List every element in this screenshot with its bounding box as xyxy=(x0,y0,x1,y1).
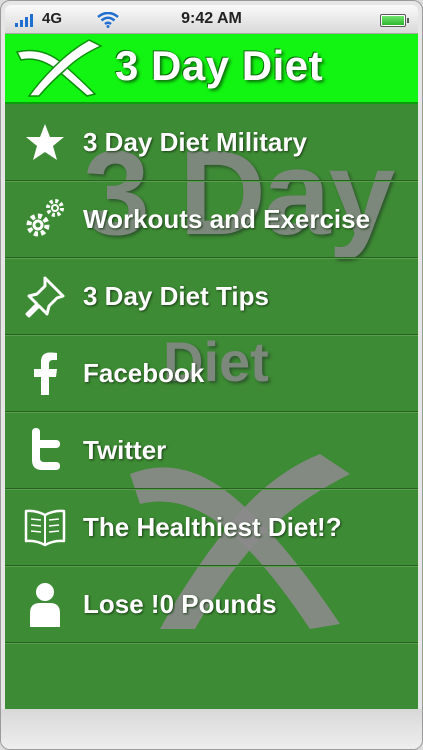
facebook-icon xyxy=(19,347,71,399)
book-icon xyxy=(19,501,71,553)
empty-row xyxy=(5,643,418,709)
menu-item-label: 3 Day Diet Military xyxy=(83,126,307,157)
status-time: 9:42 AM xyxy=(181,10,242,27)
phone-bottom-bezel xyxy=(1,709,422,749)
menu-list: 3 Day Diet Military Workouts and Exercis… xyxy=(5,104,418,709)
battery-icon xyxy=(380,14,409,27)
app-header: 3 Day Diet xyxy=(5,34,418,104)
menu-item-military[interactable]: 3 Day Diet Military xyxy=(5,104,418,181)
gears-icon xyxy=(19,193,71,245)
person-icon xyxy=(19,578,71,630)
x-logo-icon xyxy=(15,39,103,97)
menu-item-healthiest[interactable]: The Healthiest Diet!? xyxy=(5,489,418,566)
status-bar: 4G 9:42 AM xyxy=(5,5,418,34)
menu-panel: 3 Day Diet 3 Day Diet Military Workouts … xyxy=(5,104,418,709)
menu-item-label: 3 Day Diet Tips xyxy=(83,280,269,311)
menu-item-workouts[interactable]: Workouts and Exercise xyxy=(5,181,418,258)
phone-frame: 4G 9:42 AM 3 Day Diet 3 Day Diet 3 Day D… xyxy=(0,0,423,750)
menu-item-label: Lose !0 Pounds xyxy=(83,588,277,619)
menu-item-label: Workouts and Exercise xyxy=(83,203,371,234)
menu-item-twitter[interactable]: Twitter xyxy=(5,412,418,489)
menu-item-tips[interactable]: 3 Day Diet Tips xyxy=(5,258,418,335)
menu-item-label: Twitter xyxy=(83,434,167,465)
star-icon xyxy=(19,116,71,168)
pushpin-icon xyxy=(19,270,71,322)
menu-item-lose-pounds[interactable]: Lose !0 Pounds xyxy=(5,566,418,643)
twitter-icon xyxy=(19,424,71,476)
app-title: 3 Day Diet xyxy=(115,42,324,89)
menu-item-label: The Healthiest Diet!? xyxy=(83,511,342,542)
menu-item-label: Facebook xyxy=(83,357,205,388)
menu-item-facebook[interactable]: Facebook xyxy=(5,335,418,412)
